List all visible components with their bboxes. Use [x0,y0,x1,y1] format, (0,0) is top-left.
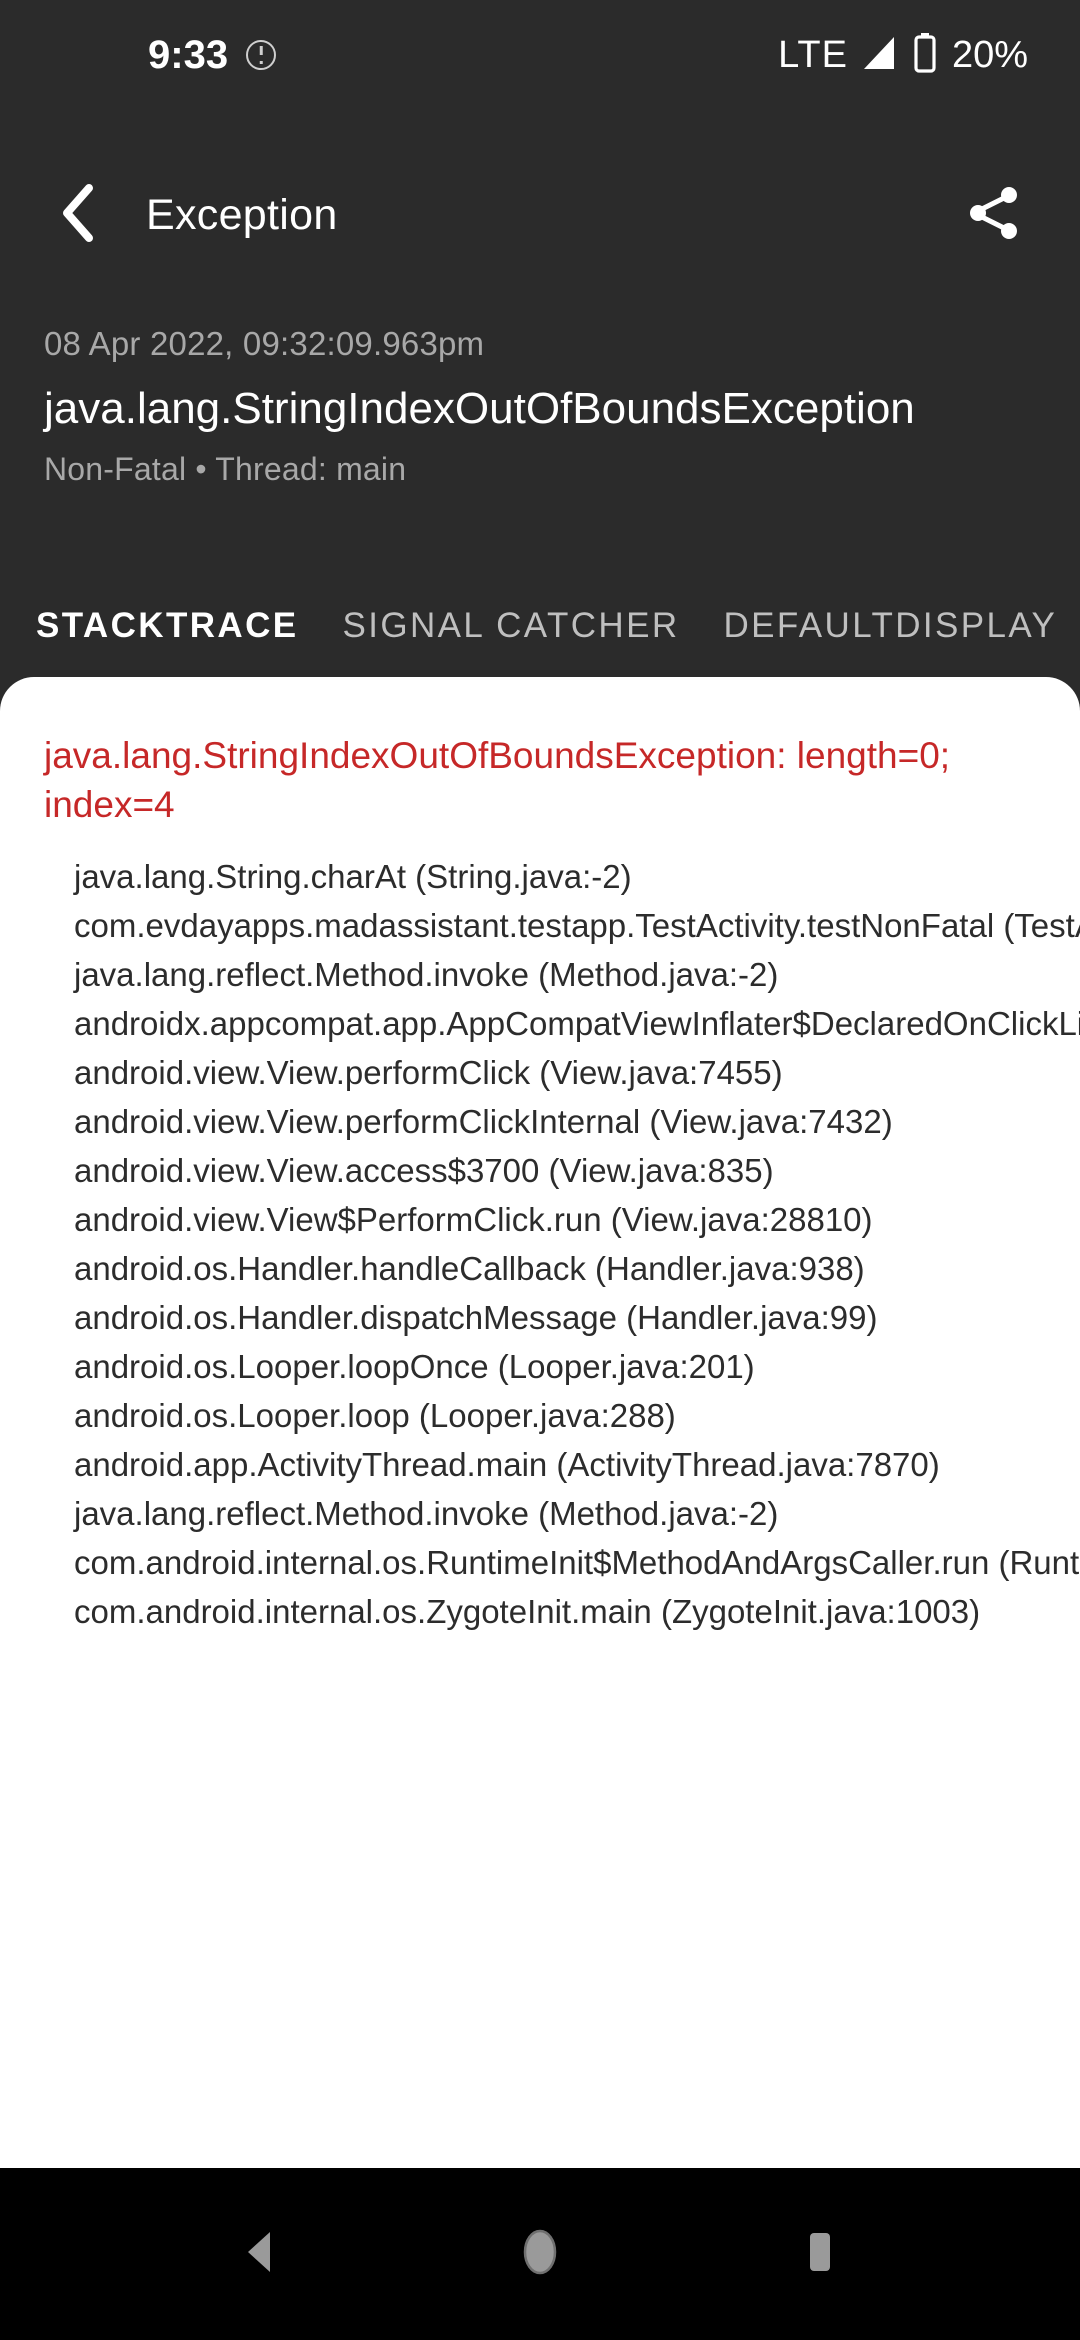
tab-defaultdisplay[interactable]: DEFAULTDISPLAY [702,606,1080,646]
stacktrace-exception-line: java.lang.StringIndexOutOfBoundsExceptio… [44,735,951,825]
stacktrace-frame: android.view.View.performClickInternal (… [74,1102,893,1140]
back-button[interactable] [36,173,120,257]
stacktrace-content: java.lang.StringIndexOutOfBoundsExceptio… [0,677,1080,1636]
stacktrace-frame: android.os.Looper.loop (Looper.java:288) [74,1396,676,1434]
share-icon [964,183,1024,248]
stacktrace-frame: androidx.appcompat.app.AppCompatViewInfl… [74,1004,1080,1042]
system-navigation-bar [0,2168,1080,2340]
status-bar: 9:33 LTE 20% [0,0,1080,110]
exception-name: java.lang.StringIndexOutOfBoundsExceptio… [44,383,915,433]
stacktrace-frame: com.android.internal.os.ZygoteInit.main … [74,1592,981,1630]
tab-stacktrace[interactable]: STACKTRACE [0,606,321,646]
nav-back-triangle-icon [232,2224,288,2285]
nav-home-circle-icon [512,2222,568,2287]
nav-recents-square-icon [792,2224,848,2285]
page-title: Exception [146,190,338,239]
phone-screen: 9:33 LTE 20% Exception 08 Apr 2022, 09:3… [0,0,1080,2340]
share-button[interactable] [956,177,1032,253]
stacktrace-frame: android.view.View.performClick (View.jav… [74,1053,783,1091]
info-circle-icon [246,40,277,70]
stacktrace-frame: java.lang.reflect.Method.invoke (Method.… [74,1494,779,1532]
battery-percent-label: 20% [951,34,1028,76]
stacktrace-frame: android.os.Handler.dispatchMessage (Hand… [74,1298,878,1336]
stacktrace-frame: android.os.Looper.loopOnce (Looper.java:… [74,1347,755,1385]
exception-timestamp: 08 Apr 2022, 09:32:09.963pm [44,325,485,362]
stacktrace-frame: com.android.internal.os.RuntimeInit$Meth… [74,1543,1080,1581]
signal-bars-icon [860,35,900,76]
stacktrace-frame: com.evdayapps.madassistant.testapp.TestA… [74,906,1080,944]
exception-meta: Non-Fatal • Thread: main [44,450,407,487]
exception-header: 08 Apr 2022, 09:32:09.963pm java.lang.St… [44,322,1036,490]
nav-home-button[interactable] [480,2194,600,2314]
stacktrace-frame: java.lang.reflect.Method.invoke (Method.… [74,955,779,993]
network-type-label: LTE [778,34,848,76]
back-chevron-icon [55,183,101,247]
tab-signal-catcher[interactable]: SIGNAL CATCHER [321,606,702,646]
stacktrace-frame: java.lang.String.charAt (String.java:-2) [74,857,632,895]
nav-back-button[interactable] [200,2194,320,2314]
stacktrace-card[interactable]: java.lang.StringIndexOutOfBoundsExceptio… [0,677,1080,2168]
status-bar-right: LTE 20% [778,32,1028,78]
stacktrace-frame: android.view.View$PerformClick.run (View… [74,1200,873,1238]
battery-icon [912,32,938,78]
status-bar-clock: 9:33 [148,33,229,77]
app-toolbar: Exception [0,155,1080,275]
stacktrace-frame-list: java.lang.String.charAt (String.java:-2)… [0,852,1080,1636]
stacktrace-frame: android.os.Handler.handleCallback (Handl… [74,1249,865,1287]
tab-bar[interactable]: STACKTRACE SIGNAL CATCHER DEFAULTDISPLAY [0,578,1080,674]
nav-recents-button[interactable] [760,2194,880,2314]
stacktrace-frame: android.view.View.access$3700 (View.java… [74,1151,774,1189]
status-bar-left: 9:33 [0,33,277,77]
stacktrace-frame: android.app.ActivityThread.main (Activit… [74,1445,940,1483]
